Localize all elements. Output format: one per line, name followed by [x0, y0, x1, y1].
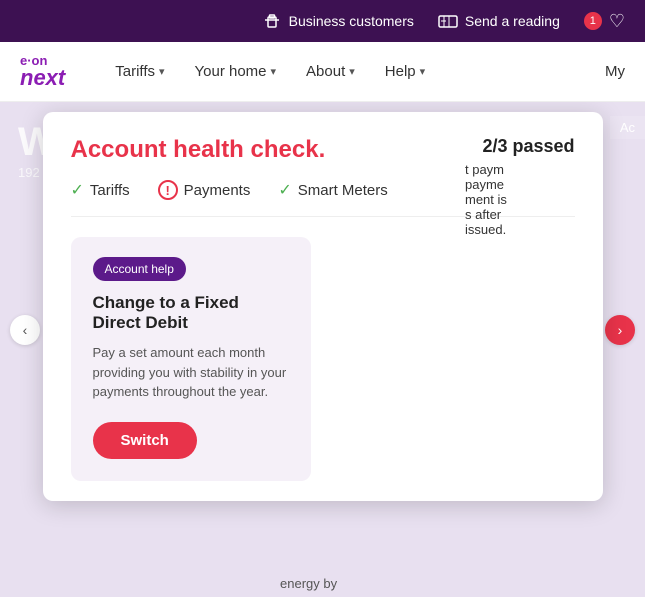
card-title: Change to a Fixed Direct Debit [93, 293, 289, 333]
nav-my[interactable]: My [605, 63, 625, 80]
nav-help-label: Help [385, 63, 416, 80]
nav-about-label: About [306, 63, 345, 80]
right-line3: ment is [465, 192, 625, 207]
nav-my-label: My [605, 63, 625, 80]
account-help-card: Account help Change to a Fixed Direct De… [71, 237, 311, 481]
right-line2: payme [465, 177, 625, 192]
bottom-text: energy by [280, 576, 337, 591]
check-payments: ! Payments [158, 180, 251, 200]
send-reading-label: Send a reading [465, 13, 560, 29]
right-line4: s after [465, 207, 625, 222]
top-bar: Business customers Send a reading 1 ♡ [0, 0, 645, 42]
right-line5: issued. [465, 222, 625, 237]
modal-title: Account health check. [71, 136, 326, 164]
nav-tariffs[interactable]: Tariffs ▾ [115, 59, 164, 84]
nav-your-home[interactable]: Your home ▾ [195, 59, 277, 84]
logo[interactable]: e·on next [20, 54, 65, 89]
notification-link[interactable]: 1 ♡ [584, 11, 625, 32]
check-payments-label: Payments [184, 182, 251, 199]
page-background: Wo 192 G Ac ‹ › Account health check. 2/… [0, 102, 645, 597]
nav-bar: e·on next Tariffs ▾ Your home ▾ About ▾ … [0, 42, 645, 102]
chevron-down-icon: ▾ [159, 65, 165, 78]
logo-next: next [20, 67, 65, 89]
chevron-down-icon: ▾ [420, 65, 426, 78]
chevron-down-icon: ▾ [349, 65, 355, 78]
checkmark-icon: ✓ [278, 180, 291, 200]
meter-icon [438, 11, 458, 31]
checkmark-icon: ✓ [71, 180, 84, 200]
right-content-partial: t paym payme ment is s after issued. [465, 162, 625, 237]
nav-about[interactable]: About ▾ [306, 59, 355, 84]
check-tariffs: ✓ Tariffs [71, 180, 130, 200]
nav-tariffs-label: Tariffs [115, 63, 155, 80]
check-tariffs-label: Tariffs [90, 182, 130, 199]
check-smart-meters-label: Smart Meters [298, 182, 388, 199]
switch-button[interactable]: Switch [93, 422, 197, 459]
nav-help[interactable]: Help ▾ [385, 59, 425, 84]
modal-header: Account health check. 2/3 passed [71, 136, 575, 164]
right-line1: t paym [465, 162, 625, 177]
chevron-down-icon: ▾ [271, 65, 277, 78]
notification-badge: 1 [584, 12, 602, 30]
card-body: Pay a set amount each month providing yo… [93, 343, 289, 402]
check-smart-meters: ✓ Smart Meters [278, 180, 387, 200]
warning-icon: ! [158, 180, 178, 200]
briefcase-icon [262, 11, 282, 31]
heart-icon: ♡ [609, 11, 625, 32]
business-customers-label: Business customers [289, 13, 414, 29]
card-tag: Account help [93, 257, 186, 281]
send-reading-link[interactable]: Send a reading [438, 11, 560, 31]
nav-your-home-label: Your home [195, 63, 267, 80]
business-customers-link[interactable]: Business customers [262, 11, 414, 31]
modal-score: 2/3 passed [482, 136, 574, 157]
